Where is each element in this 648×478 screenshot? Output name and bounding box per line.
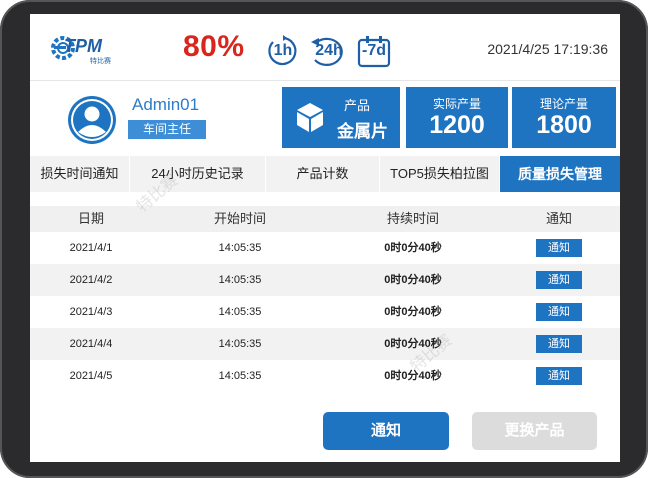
row-duration: 0时0分40秒 (384, 370, 442, 382)
row-start-time: 14:05:35 (218, 338, 262, 350)
product-card: 产品 金属片 (282, 87, 400, 148)
row-duration: 0时0分40秒 (384, 242, 442, 254)
tab-24h-history[interactable]: 24小时历史记录 (130, 156, 266, 192)
table-row: 2021/4/5 14:05:35 0时0分40秒 通知 (30, 360, 620, 392)
tab-quality-loss[interactable]: 质量损失管理 (500, 156, 620, 192)
range-1h-button[interactable]: 1h (265, 34, 301, 68)
column-header-date: 日期 (77, 211, 104, 226)
row-date: 2021/4/4 (69, 338, 113, 350)
range-24h-label: 24h (315, 42, 343, 59)
row-notify-button[interactable]: 通知 (536, 239, 582, 258)
loss-table: 日期 开始时间 持续时间 通知 2021/4/1 14:05:35 0时0分40… (30, 206, 620, 392)
row-date: 2021/4/5 (69, 370, 113, 382)
row-date: 2021/4/3 (69, 306, 113, 318)
row-notify-cell: 通知 (498, 296, 620, 328)
table-header: 日期 开始时间 持续时间 通知 (30, 206, 620, 232)
table-row: 2021/4/4 14:05:35 0时0分40秒 通知 (30, 328, 620, 360)
header-divider (30, 80, 620, 81)
product-label: 产品 (344, 98, 371, 113)
cube-icon (297, 103, 323, 132)
user-avatar-icon[interactable] (68, 96, 116, 144)
row-notify-cell: 通知 (498, 328, 620, 360)
row-notify-cell: 通知 (498, 264, 620, 296)
row-duration: 0时0分40秒 (384, 274, 442, 286)
theoretical-output-card: 理论产量 1800 (512, 87, 616, 148)
row-start-time: 14:05:35 (218, 306, 262, 318)
table-row: 2021/4/2 14:05:35 0时0分40秒 通知 (30, 264, 620, 296)
tab-top5-pareto[interactable]: TOP5损失柏拉图 (380, 156, 500, 192)
actual-output-label: 实际产量 (432, 97, 481, 111)
table-row: 2021/4/1 14:05:35 0时0分40秒 通知 (30, 232, 620, 264)
user-role-badge: 车间主任 (128, 120, 206, 139)
row-start-time: 14:05:35 (218, 242, 262, 254)
tab-loss-time-notice[interactable]: 损失时间通知 (30, 156, 130, 192)
notify-button[interactable]: 通知 (323, 412, 449, 450)
row-duration: 0时0分40秒 (384, 306, 442, 318)
logo-text: TPM (64, 36, 102, 56)
row-notify-button[interactable]: 通知 (536, 271, 582, 290)
actual-output-value: 1200 (429, 111, 485, 139)
header-bar: TPM 特比赛 80% 1h 24h -7d 2021/4/25 17:19:3… (30, 14, 620, 80)
row-notify-button[interactable]: 通知 (536, 335, 582, 354)
row-notify-cell: 通知 (498, 360, 620, 392)
row-date: 2021/4/1 (69, 242, 113, 254)
product-value: 金属片 (337, 122, 388, 141)
theoretical-output-value: 1800 (536, 111, 592, 139)
theoretical-output-label: 理论产量 (539, 97, 588, 111)
row-start-time: 14:05:35 (218, 274, 262, 286)
column-header-start: 开始时间 (213, 211, 266, 226)
tab-product-count[interactable]: 产品计数 (266, 156, 380, 192)
row-duration: 0时0分40秒 (384, 338, 442, 350)
column-header-notify: 通知 (545, 211, 572, 226)
tab-bar: 损失时间通知 24小时历史记录 产品计数 TOP5损失柏拉图 质量损失管理 (30, 156, 620, 192)
row-date: 2021/4/2 (69, 274, 113, 286)
user-name: Admin01 (132, 95, 200, 114)
actual-output-card: 实际产量 1200 (406, 87, 508, 148)
logo-subtext: 特比赛 (90, 58, 111, 65)
row-notify-button[interactable]: 通知 (536, 367, 582, 386)
row-start-time: 14:05:35 (218, 370, 262, 382)
column-header-duration: 持续时间 (386, 211, 439, 226)
change-product-button[interactable]: 更换产品 (472, 412, 597, 450)
row-notify-cell: 通知 (498, 232, 620, 264)
tpm-logo: TPM 特比赛 (50, 34, 120, 68)
current-datetime: 2021/4/25 17:19:36 (487, 41, 608, 57)
tablet-screen: TPM 特比赛 80% 1h 24h -7d 2021/4/25 17:19:3… (30, 14, 620, 462)
range-1h-label: 1h (273, 42, 293, 59)
range-7d-button[interactable]: -7d (356, 34, 392, 68)
range-24h-button[interactable]: 24h (307, 34, 351, 68)
oee-percentage: 80% (183, 30, 245, 63)
table-row: 2021/4/3 14:05:35 0时0分40秒 通知 (30, 296, 620, 328)
range-7d-label: -7d (362, 42, 386, 59)
row-notify-button[interactable]: 通知 (536, 303, 582, 322)
